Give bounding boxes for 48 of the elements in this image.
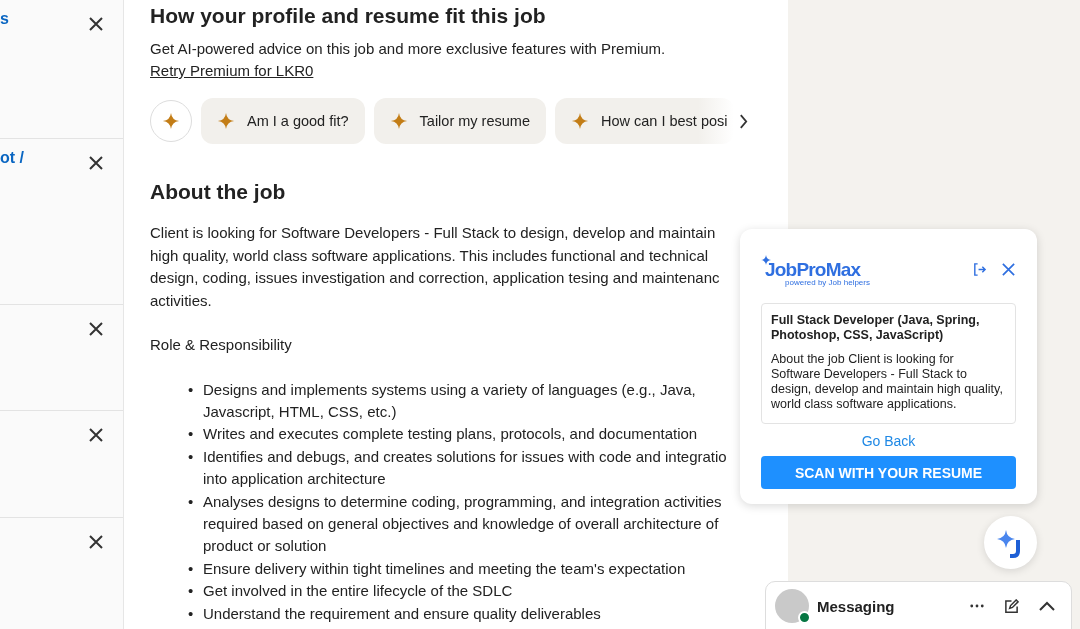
subheading: Role & Responsibility xyxy=(150,335,292,355)
go-back-link[interactable]: Go Back xyxy=(761,433,1016,449)
compose-icon[interactable] xyxy=(1004,598,1019,614)
bullet-marker: • xyxy=(188,603,195,624)
bullet-item: Get involved in the entire lifecycle of the SDLC xyxy=(203,581,513,602)
bullet-item: Analyses designs to determine coding, programming, and integration activities required based on general objectives and knowledge of overall architecture of product or solution xyxy=(203,491,722,557)
premium-text: Get AI-powered advice on this job and more exclusive features with Premium. Retry Premium for LKR0 xyxy=(150,39,667,81)
close-icon[interactable] xyxy=(88,321,104,337)
logout-icon[interactable] xyxy=(972,261,987,277)
messaging-label: Messaging xyxy=(817,597,896,615)
bullet-marker: • xyxy=(188,491,195,512)
section-heading: About the job xyxy=(150,180,287,204)
close-icon[interactable] xyxy=(88,427,104,443)
bullet-item: Understand the requirement and ensure quality deliverables xyxy=(203,603,601,624)
job-title-link[interactable]: ot / xyxy=(0,149,24,166)
bullet-marker: • xyxy=(188,581,195,602)
scan-button[interactable]: SCAN WITH YOUR RESUME xyxy=(761,456,1016,489)
premium-link[interactable]: Retry Premium for LKR0 xyxy=(150,62,314,79)
job-card[interactable]: ot / xyxy=(0,139,123,305)
avatar xyxy=(775,589,809,623)
job-title-link[interactable]: s xyxy=(0,10,9,27)
close-icon[interactable] xyxy=(88,155,104,171)
bullet-marker: • xyxy=(188,558,195,579)
sparkle-icon xyxy=(162,112,180,130)
messaging-bar[interactable]: Messaging xyxy=(765,581,1072,629)
close-icon[interactable] xyxy=(88,16,104,32)
section-heading: How your profile and resume fit this job xyxy=(150,4,547,28)
sparkle-icon xyxy=(217,112,235,130)
bullet-item: Identifies and debugs, and creates solutions for issues with code and integratio into application architecture xyxy=(203,446,727,490)
bullet-marker: • xyxy=(188,424,195,445)
ai-button[interactable] xyxy=(150,100,192,142)
chevron-right-icon[interactable] xyxy=(738,113,748,129)
bullet-item: Writes and executes complete testing plans, protocols, and documentation xyxy=(203,424,698,445)
bullet-marker: • xyxy=(188,379,195,400)
job-description: Client is looking for Software Developers - Full Stack to design, develop and maintain high quality, world class software applications. This includes functional and technical design, coding, issues investigation and correction, application tesing and maintenanc activities. xyxy=(150,223,720,311)
logo: JobProMax powered by Job helpers xyxy=(761,253,958,285)
bullet-item: Ensure delivery within tight timelines and meeting the team's expectation xyxy=(203,558,686,579)
job-excerpt: About the job Client is looking for Software Developers - Full Stack to design, develop and maintain high quality, world class software applications. xyxy=(771,352,1004,412)
prompt-chip[interactable]: Am I a good fit? xyxy=(201,98,365,144)
bullet-item: Designs and implements systems using a variety of languages (e.g., Java, Javascript, HTML, CSS, etc.) xyxy=(203,379,696,422)
sparkle-icon xyxy=(761,255,771,265)
prompt-chip[interactable]: Tailor my resume xyxy=(373,98,546,144)
chevron-up-icon[interactable] xyxy=(1039,601,1055,611)
job-title: Full Stack Developer (Java, Spring, Photoshop, CSS, JavaScript) xyxy=(771,313,981,343)
close-icon[interactable] xyxy=(88,534,104,550)
job-card[interactable]: s xyxy=(0,0,123,139)
more-icon[interactable] xyxy=(970,604,984,608)
bullet-marker: • xyxy=(188,446,195,467)
